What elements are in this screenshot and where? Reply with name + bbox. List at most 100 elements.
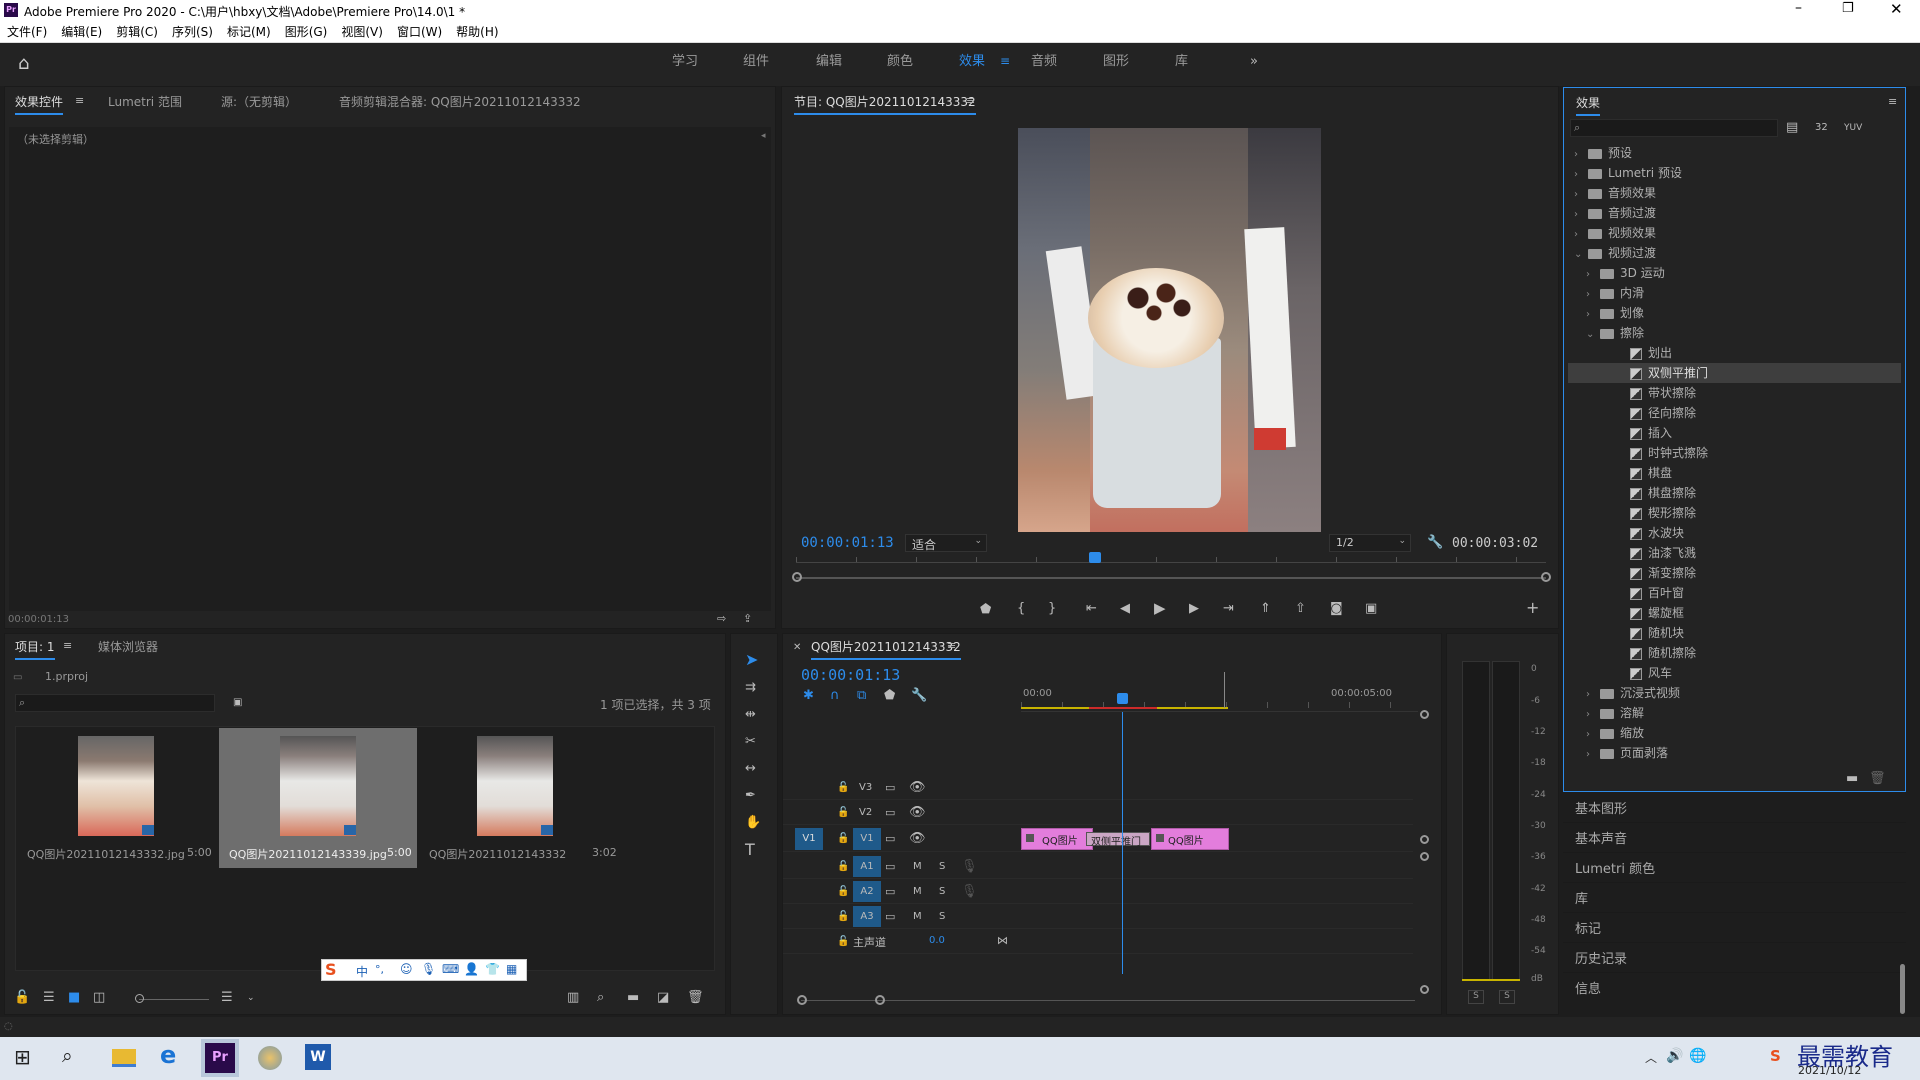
effects-folder[interactable]: › 内滑 [1568,283,1901,303]
vscroll-top-handle[interactable] [1420,710,1429,719]
play-icon[interactable]: ▶ [1154,600,1166,616]
new-bin-icon[interactable]: ▬ [1846,771,1858,787]
solo-button[interactable]: S [939,911,945,922]
effect-item[interactable]: 渐变擦除 [1568,563,1901,583]
minimize-button[interactable]: – [1795,0,1811,20]
tray-chevron-icon[interactable]: ︿ [1645,1049,1657,1066]
timeline-ruler[interactable]: 00:00 00:00:05:00 [1021,672,1418,712]
meter-solo-left[interactable]: S [1468,990,1484,1004]
lock-icon[interactable]: 🔓 [837,884,849,900]
lock-icon[interactable]: 🔓 [837,934,849,950]
effects-search-input[interactable]: ⌕ [1570,119,1778,137]
menu-sequence[interactable]: 序列(S) [165,21,220,43]
pen-tool-icon[interactable]: ✒ [745,788,756,804]
project-item[interactable]: QQ图片20211012143332 3:02 [419,728,617,868]
accelerated-effects-icon[interactable]: ▤ [1786,120,1798,136]
export-frame-icon[interactable]: ◙ [1330,601,1343,617]
effects-folder[interactable]: ⌄ 擦除 [1568,323,1901,343]
panel-info[interactable]: 信息 [1563,974,1906,1003]
effect-item[interactable]: 随机块 [1568,623,1901,643]
effects-title[interactable]: 效果 [1576,94,1601,116]
effect-item[interactable]: 楔形擦除 [1568,503,1901,523]
tab-media-browser[interactable]: 媒体浏览器 [98,638,158,655]
icon-view-icon[interactable]: ■ [68,990,80,1006]
list-view-icon[interactable]: ☰ [43,990,55,1006]
panel-history[interactable]: 历史记录 [1563,944,1906,973]
program-video-frame[interactable] [1018,128,1321,532]
effect-item[interactable]: 棋盘擦除 [1568,483,1901,503]
lock-icon[interactable]: 🔓 [837,805,849,821]
workspace-editing[interactable]: 编辑 [816,43,842,81]
clip-a[interactable]: QQ图片 [1021,828,1093,850]
mute-button[interactable]: M [913,911,922,922]
tab-effect-controls[interactable]: 效果控件 [15,93,64,115]
track-label[interactable]: A2 [853,881,881,902]
effect-item[interactable]: 插入 [1568,423,1901,443]
lock-icon[interactable]: 🔓 [837,859,849,875]
chevron-right-icon[interactable]: › [1574,205,1584,225]
effects-folder[interactable]: › 沉浸式视频 [1568,683,1901,703]
effects-folder[interactable]: › 划像 [1568,303,1901,323]
find-bin-icon[interactable]: ▣ [233,695,242,711]
effect-item[interactable]: 径向擦除 [1568,403,1901,423]
collapse-arrow-icon[interactable]: ◂ [761,131,766,141]
sync-lock-icon[interactable]: ▭ [885,780,895,796]
effects-folder[interactable]: › 音频过渡 [1568,203,1901,223]
menu-window[interactable]: 窗口(W) [390,21,449,43]
share-icon[interactable]: ⇪ [743,611,752,627]
source-patch-v1[interactable]: V1 [795,828,823,850]
restore-button[interactable]: ❐ [1842,1,1854,16]
snap-icon[interactable]: ∩ [830,688,840,704]
panel-essential-graphics[interactable]: 基本图形 [1563,794,1906,823]
effect-item[interactable]: 划出 [1568,343,1901,363]
ime-toolbar[interactable]: S 中 °, ☺ 🎙 ⌨ 👤 👕 ▦ [321,959,527,981]
eye-icon[interactable]: 👁 [909,805,926,821]
effect-item[interactable]: 棋盘 [1568,463,1901,483]
panel-menu-icon[interactable]: ≡ [1888,94,1897,110]
go-to-in-icon[interactable]: ⇤ [1086,601,1097,617]
close-icon[interactable]: ✕ [793,640,801,656]
timeline-timecode[interactable]: 00:00:01:13 [801,666,900,684]
solo-button[interactable]: S [939,886,945,897]
sync-lock-icon[interactable]: ▭ [885,909,895,925]
panel-essential-sound[interactable]: 基本声音 [1563,824,1906,853]
sogou-tray-icon[interactable]: S [1770,1047,1781,1065]
program-ruler[interactable] [792,552,1551,587]
timeline-playhead-icon[interactable] [1117,693,1128,704]
panel-menu-icon[interactable]: ≡ [966,93,975,109]
toolbox-icon[interactable]: ▦ [506,962,517,976]
comparison-view-icon[interactable]: ▣ [1365,601,1377,617]
chevron-right-icon[interactable]: › [1586,685,1596,705]
sync-lock-icon[interactable]: ▭ [885,859,895,875]
chevron-right-icon[interactable]: › [1586,745,1596,765]
effect-item[interactable]: 带状擦除 [1568,383,1901,403]
linked-selection-icon[interactable]: ⧉ [857,688,866,704]
program-current-timecode[interactable]: 00:00:01:13 [801,535,894,551]
user-icon[interactable]: 👤 [464,962,479,976]
zoom-slider[interactable] [139,999,209,1000]
effects-folder[interactable]: › 溶解 [1568,703,1901,723]
selection-tool-icon[interactable]: ➤ [745,652,758,668]
effects-folder[interactable]: › 音频效果 [1568,183,1901,203]
workspace-menu-icon[interactable]: ≡ [1000,54,1010,68]
new-item-icon[interactable]: ◪ [657,990,669,1006]
project-item[interactable]: QQ图片20211012143332.jpg 5:00 [17,728,219,868]
program-title[interactable]: 节目: QQ图片20211012143332 [794,93,976,115]
master-keyframe-icon[interactable]: ⋈ [997,933,1008,949]
lock-icon[interactable]: 🔓 [837,831,849,847]
chevron-right-icon[interactable]: › [1574,225,1584,245]
hscroll-track[interactable] [801,1000,1415,1001]
effects-folder[interactable]: › Lumetri 预设 [1568,163,1901,183]
tab-audio-clip-mixer[interactable]: 音频剪辑混合器: QQ图片20211012143332 [339,93,581,110]
effect-item[interactable]: 时钟式擦除 [1568,443,1901,463]
panel-lumetri-color[interactable]: Lumetri 颜色 [1563,854,1906,883]
track-label[interactable]: A3 [853,906,881,927]
effect-item[interactable]: 随机擦除 [1568,643,1901,663]
hand-tool-icon[interactable]: ✋ [745,815,761,831]
scroll-handle-left[interactable] [792,572,802,582]
sequence-tab[interactable]: QQ图片20211012143332 [811,638,961,660]
razor-tool-icon[interactable]: ✂ [745,734,756,750]
menu-view[interactable]: 视图(V) [334,21,390,43]
project-search-input[interactable]: ⌕ [15,694,215,712]
mute-button[interactable]: M [913,861,922,872]
